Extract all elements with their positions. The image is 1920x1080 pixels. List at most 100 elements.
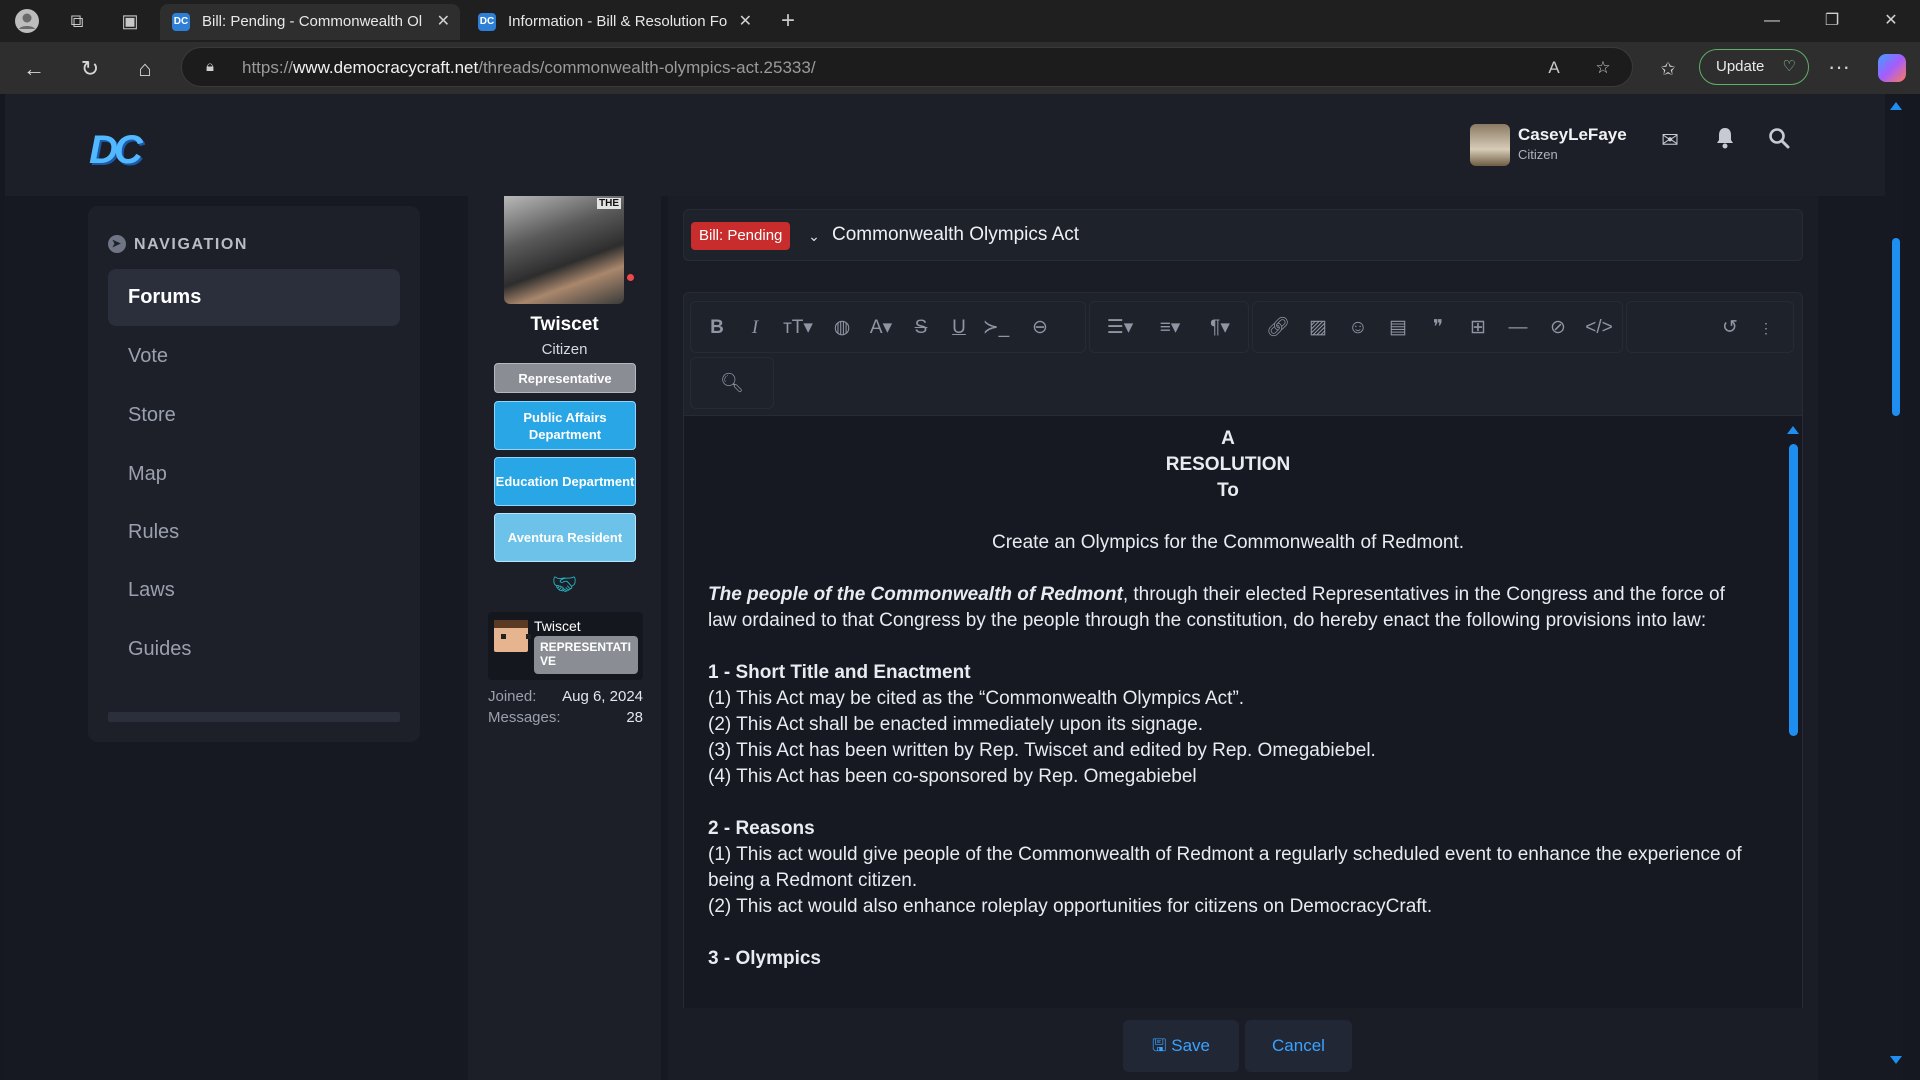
favorite-star-icon[interactable]: ☆ bbox=[1591, 56, 1615, 80]
tab-actions-icon[interactable]: ▣ bbox=[116, 7, 144, 35]
list-icon[interactable]: ☰▾ bbox=[1100, 315, 1140, 341]
undo-icon[interactable]: ↺ bbox=[1717, 315, 1743, 341]
site-logo[interactable]: DC bbox=[89, 118, 155, 172]
resolution-heading-a: A bbox=[1221, 428, 1235, 449]
account-name[interactable]: CaseyLeFaye bbox=[1518, 125, 1627, 145]
restore-icon[interactable]: ❐ bbox=[1803, 0, 1861, 42]
thread-title-input[interactable]: Commonwealth Olympics Act bbox=[832, 224, 1079, 246]
section-line: (4) This Act has been co-sponsored by Re… bbox=[708, 766, 1197, 787]
paragraph-group: ☰▾ ≡▾ ¶▾ bbox=[1089, 301, 1249, 353]
editor-toolbar: B I тT▾ ◍ A▾ S U ≻_ ⊖ ☰▾ ≡▾ ¶▾ 🔗︎ ▨ ☺ ▤ … bbox=[683, 292, 1803, 416]
text-format-group: B I тT▾ ◍ A▾ S U ≻_ ⊖ bbox=[690, 301, 1086, 353]
sidebar-item-rules[interactable]: Rules bbox=[108, 504, 400, 561]
avatar[interactable] bbox=[1470, 124, 1510, 166]
bold-icon[interactable]: B bbox=[705, 315, 729, 341]
paragraph-icon[interactable]: ¶▾ bbox=[1200, 315, 1240, 341]
palette-icon[interactable]: ◍ bbox=[829, 315, 855, 341]
preview-icon[interactable]: 🔍︎ bbox=[719, 371, 745, 397]
navigation-sidebar: ➤ NAVIGATION Forums Vote Store Map Rules… bbox=[88, 206, 420, 742]
table-icon[interactable]: ⊞ bbox=[1465, 315, 1491, 341]
sidebar-item-map[interactable]: Map bbox=[108, 446, 400, 503]
section-line: (2) This Act shall be enacted immediatel… bbox=[708, 714, 1203, 735]
font-family-icon[interactable]: A▾ bbox=[863, 315, 899, 341]
update-button[interactable]: Update ♡ bbox=[1699, 49, 1809, 85]
save-icon: 🖫︎ bbox=[1152, 1036, 1167, 1055]
italic-icon[interactable]: I bbox=[743, 315, 767, 341]
sidebar-item-forums[interactable]: Forums bbox=[108, 269, 400, 326]
resolution-subtitle: Create an Olympics for the Commonwealth … bbox=[991, 532, 1465, 553]
underline-icon[interactable]: U bbox=[947, 315, 971, 341]
bill-text[interactable]: A RESOLUTION To Create an Olympics for t… bbox=[708, 426, 1748, 972]
favorites-icon[interactable]: ✩ bbox=[1651, 52, 1685, 86]
preamble: The people of the Commonwealth of Redmon… bbox=[708, 584, 1725, 631]
tab-information[interactable]: DC Information - Bill & Resolution Fo ✕ bbox=[466, 4, 762, 40]
section-heading: 3 - Olympics bbox=[708, 948, 821, 969]
page-scrollbar[interactable] bbox=[1885, 94, 1903, 1080]
inline-code-icon[interactable]: ≻_ bbox=[981, 315, 1011, 341]
font-size-icon[interactable]: тT▾ bbox=[777, 315, 819, 341]
more-options-icon[interactable]: ··· bbox=[1822, 52, 1856, 86]
spoiler-icon[interactable]: ⊘ bbox=[1545, 315, 1571, 341]
prefix-badge[interactable]: Bill: Pending bbox=[691, 222, 791, 250]
align-icon[interactable]: ≡▾ bbox=[1150, 315, 1190, 341]
inline-spoiler-icon[interactable]: ⊖ bbox=[1025, 315, 1055, 341]
mini-profile-badge: REPRESENTATIVE bbox=[534, 636, 638, 674]
democracycraft-favicon-icon: DC bbox=[478, 13, 496, 31]
search-icon[interactable] bbox=[1764, 126, 1794, 156]
new-tab-icon[interactable]: + bbox=[774, 7, 802, 35]
close-tab-icon[interactable]: ✕ bbox=[437, 4, 450, 40]
user-banner-education: Education Department bbox=[494, 457, 636, 506]
sidebar-item-vote[interactable]: Vote bbox=[108, 328, 400, 385]
account-menu[interactable]: CaseyLeFaye Citizen bbox=[1470, 122, 1650, 168]
sidebar-item-guides[interactable]: Guides bbox=[108, 621, 400, 678]
media-icon[interactable]: ▤ bbox=[1385, 315, 1411, 341]
editor-scrollbar[interactable] bbox=[1787, 426, 1799, 1001]
strikethrough-icon[interactable]: S bbox=[909, 315, 933, 341]
url-text[interactable]: https://www.democracycraft.net/threads/c… bbox=[242, 58, 816, 78]
post-author-panel: THE Twiscet Citizen Representative Publi… bbox=[468, 196, 661, 1080]
avatar[interactable]: THE bbox=[504, 196, 624, 304]
insert-group: 🔗︎ ▨ ☺ ▤ ❞ ⊞ — ⊘ </> bbox=[1252, 301, 1623, 353]
bell-icon[interactable] bbox=[1710, 126, 1740, 156]
smilie-icon[interactable]: ☺ bbox=[1345, 315, 1371, 341]
image-icon[interactable]: ▨ bbox=[1305, 315, 1331, 341]
form-actions: 🖫︎ Save Cancel bbox=[668, 1008, 1818, 1080]
site-viewport: DC CaseyLeFaye Citizen ✉ ➤ NAVIGATION Fo… bbox=[5, 94, 1903, 1080]
section-line: (1) This Act may be cited as the “Common… bbox=[708, 688, 1245, 709]
home-icon[interactable]: ⌂ bbox=[128, 52, 162, 86]
copilot-icon[interactable] bbox=[1878, 54, 1906, 82]
url-bar[interactable]: 🔒︎ https://www.democracycraft.net/thread… bbox=[181, 47, 1633, 87]
code-icon[interactable]: </> bbox=[1585, 315, 1613, 341]
chevron-down-icon[interactable]: ⌄ bbox=[804, 222, 824, 250]
lock-icon[interactable]: 🔒︎ bbox=[200, 57, 220, 77]
tab-bill-pending[interactable]: DC Bill: Pending - Commonwealth Ol ✕ bbox=[160, 4, 460, 40]
close-tab-icon[interactable]: ✕ bbox=[739, 4, 752, 40]
section-heading: 2 - Reasons bbox=[708, 818, 815, 839]
cancel-button[interactable]: Cancel bbox=[1245, 1020, 1352, 1072]
poster-title: Citizen bbox=[541, 341, 588, 358]
messages-stat: Messages: 28 bbox=[488, 709, 643, 726]
editor-content[interactable]: A RESOLUTION To Create an Olympics for t… bbox=[683, 416, 1803, 1010]
sidebar-item-laws[interactable]: Laws bbox=[108, 562, 400, 619]
close-window-icon[interactable]: ✕ bbox=[1862, 0, 1920, 42]
quote-icon[interactable]: ❞ bbox=[1425, 315, 1451, 341]
health-heart-icon: ♡ bbox=[1782, 58, 1796, 75]
back-icon[interactable]: ← bbox=[17, 52, 51, 86]
horizontal-line-icon[interactable]: — bbox=[1505, 315, 1531, 341]
preview-group: 🔍︎ bbox=[690, 357, 774, 409]
save-button[interactable]: 🖫︎ Save bbox=[1123, 1020, 1239, 1072]
read-aloud-icon[interactable]: A bbox=[1542, 56, 1566, 80]
user-banner-aventura-resident: Aventura Resident bbox=[494, 513, 636, 562]
thread-editor: Bill: Pending ⌄ Commonwealth Olympics Ac… bbox=[668, 196, 1818, 1080]
mail-icon[interactable]: ✉ bbox=[1655, 126, 1685, 156]
section-line: (2) This act would also enhance roleplay… bbox=[708, 896, 1433, 917]
minimize-icon[interactable]: — bbox=[1743, 0, 1801, 42]
refresh-icon[interactable]: ↻ bbox=[73, 52, 107, 86]
profile-icon[interactable] bbox=[13, 7, 41, 35]
poster-name[interactable]: Twiscet bbox=[468, 314, 661, 336]
link-icon[interactable]: 🔗︎ bbox=[1265, 315, 1291, 341]
workspaces-icon[interactable]: ⧉ bbox=[63, 7, 91, 35]
sidebar-item-store[interactable]: Store bbox=[108, 387, 400, 444]
resolution-heading: RESOLUTION bbox=[1165, 454, 1291, 475]
more-tools-icon[interactable]: ⋮ bbox=[1757, 315, 1775, 341]
